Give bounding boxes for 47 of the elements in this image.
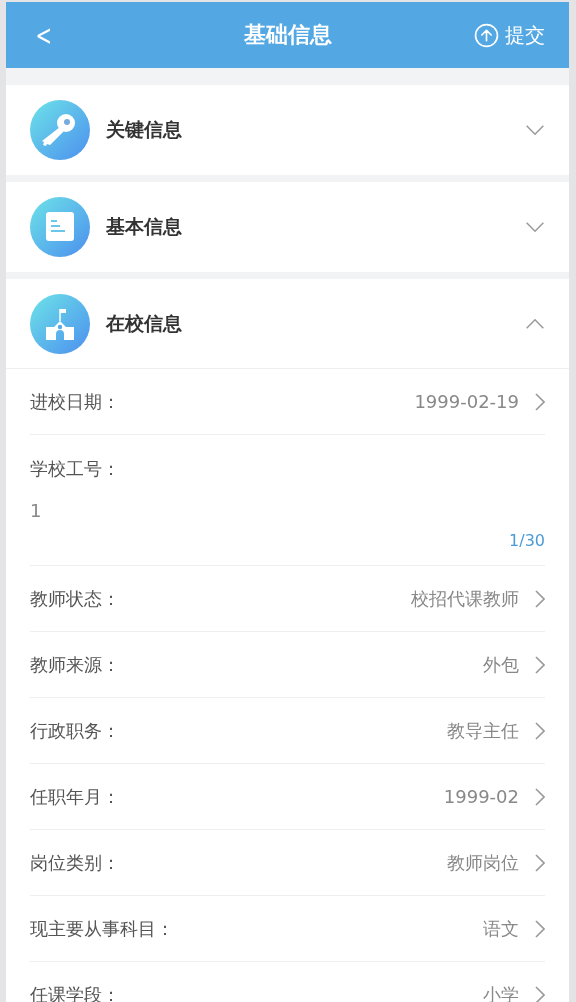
chevron-right-icon	[535, 589, 545, 608]
chevron-up-icon	[525, 317, 545, 330]
upload-icon	[474, 22, 499, 48]
select-row[interactable]: 教师状态： 校招代课教师	[30, 566, 545, 632]
chevron-down-icon	[525, 221, 545, 233]
chevron-right-icon	[535, 721, 545, 740]
chevron-right-icon	[535, 392, 545, 411]
chevron-right-icon	[535, 655, 545, 674]
document-icon	[30, 197, 90, 257]
section-header[interactable]: 在校信息	[6, 279, 569, 369]
chevron-right-icon	[535, 985, 545, 1002]
section-header[interactable]: 关键信息	[6, 85, 569, 175]
select-row[interactable]: 现主要从事科目： 语文	[30, 896, 545, 962]
field-label: 岗位类别：	[30, 850, 121, 875]
select-row[interactable]: 任职年月： 1999-02	[30, 764, 545, 830]
character-counter: 1/30	[509, 531, 545, 550]
input-field[interactable]: 1	[30, 497, 545, 523]
field-label: 行政职务：	[30, 718, 121, 743]
field-value: 1999-02	[443, 786, 519, 807]
field-value: 教师岗位	[447, 850, 519, 875]
field-value: 小学	[483, 982, 519, 1002]
chevron-right-icon	[535, 853, 545, 872]
select-row[interactable]: 教师来源： 外包	[30, 632, 545, 698]
field-value: 校招代课教师	[411, 586, 519, 611]
select-row[interactable]: 岗位类别： 教师岗位	[30, 830, 545, 896]
key-icon	[30, 100, 90, 160]
chevron-right-icon	[535, 787, 545, 806]
field-label: 进校日期：	[30, 389, 121, 414]
field-label: 学校工号：	[30, 457, 121, 481]
field-label: 现主要从事科目：	[30, 916, 175, 941]
chevron-right-icon	[535, 919, 545, 938]
select-row[interactable]: 行政职务： 教导主任	[30, 698, 545, 764]
field-value: 外包	[483, 652, 519, 677]
field-label: 教师状态：	[30, 586, 121, 611]
chevron-down-icon	[525, 124, 545, 136]
school-building-icon	[30, 293, 90, 354]
section-title: 在校信息	[106, 310, 183, 336]
field-value: 语文	[483, 916, 519, 941]
field-value: 教导主任	[447, 718, 519, 743]
section-header[interactable]: 基本信息	[6, 182, 569, 272]
section-title: 关键信息	[106, 117, 183, 142]
field-value: 1999-02-19	[414, 391, 519, 412]
page-title: 基础信息	[243, 21, 332, 49]
section-title: 基本信息	[106, 214, 183, 239]
field-label: 任职年月：	[30, 784, 121, 809]
field-label: 教师来源：	[30, 652, 121, 677]
select-row[interactable]: 进校日期： 1999-02-19	[30, 369, 545, 435]
